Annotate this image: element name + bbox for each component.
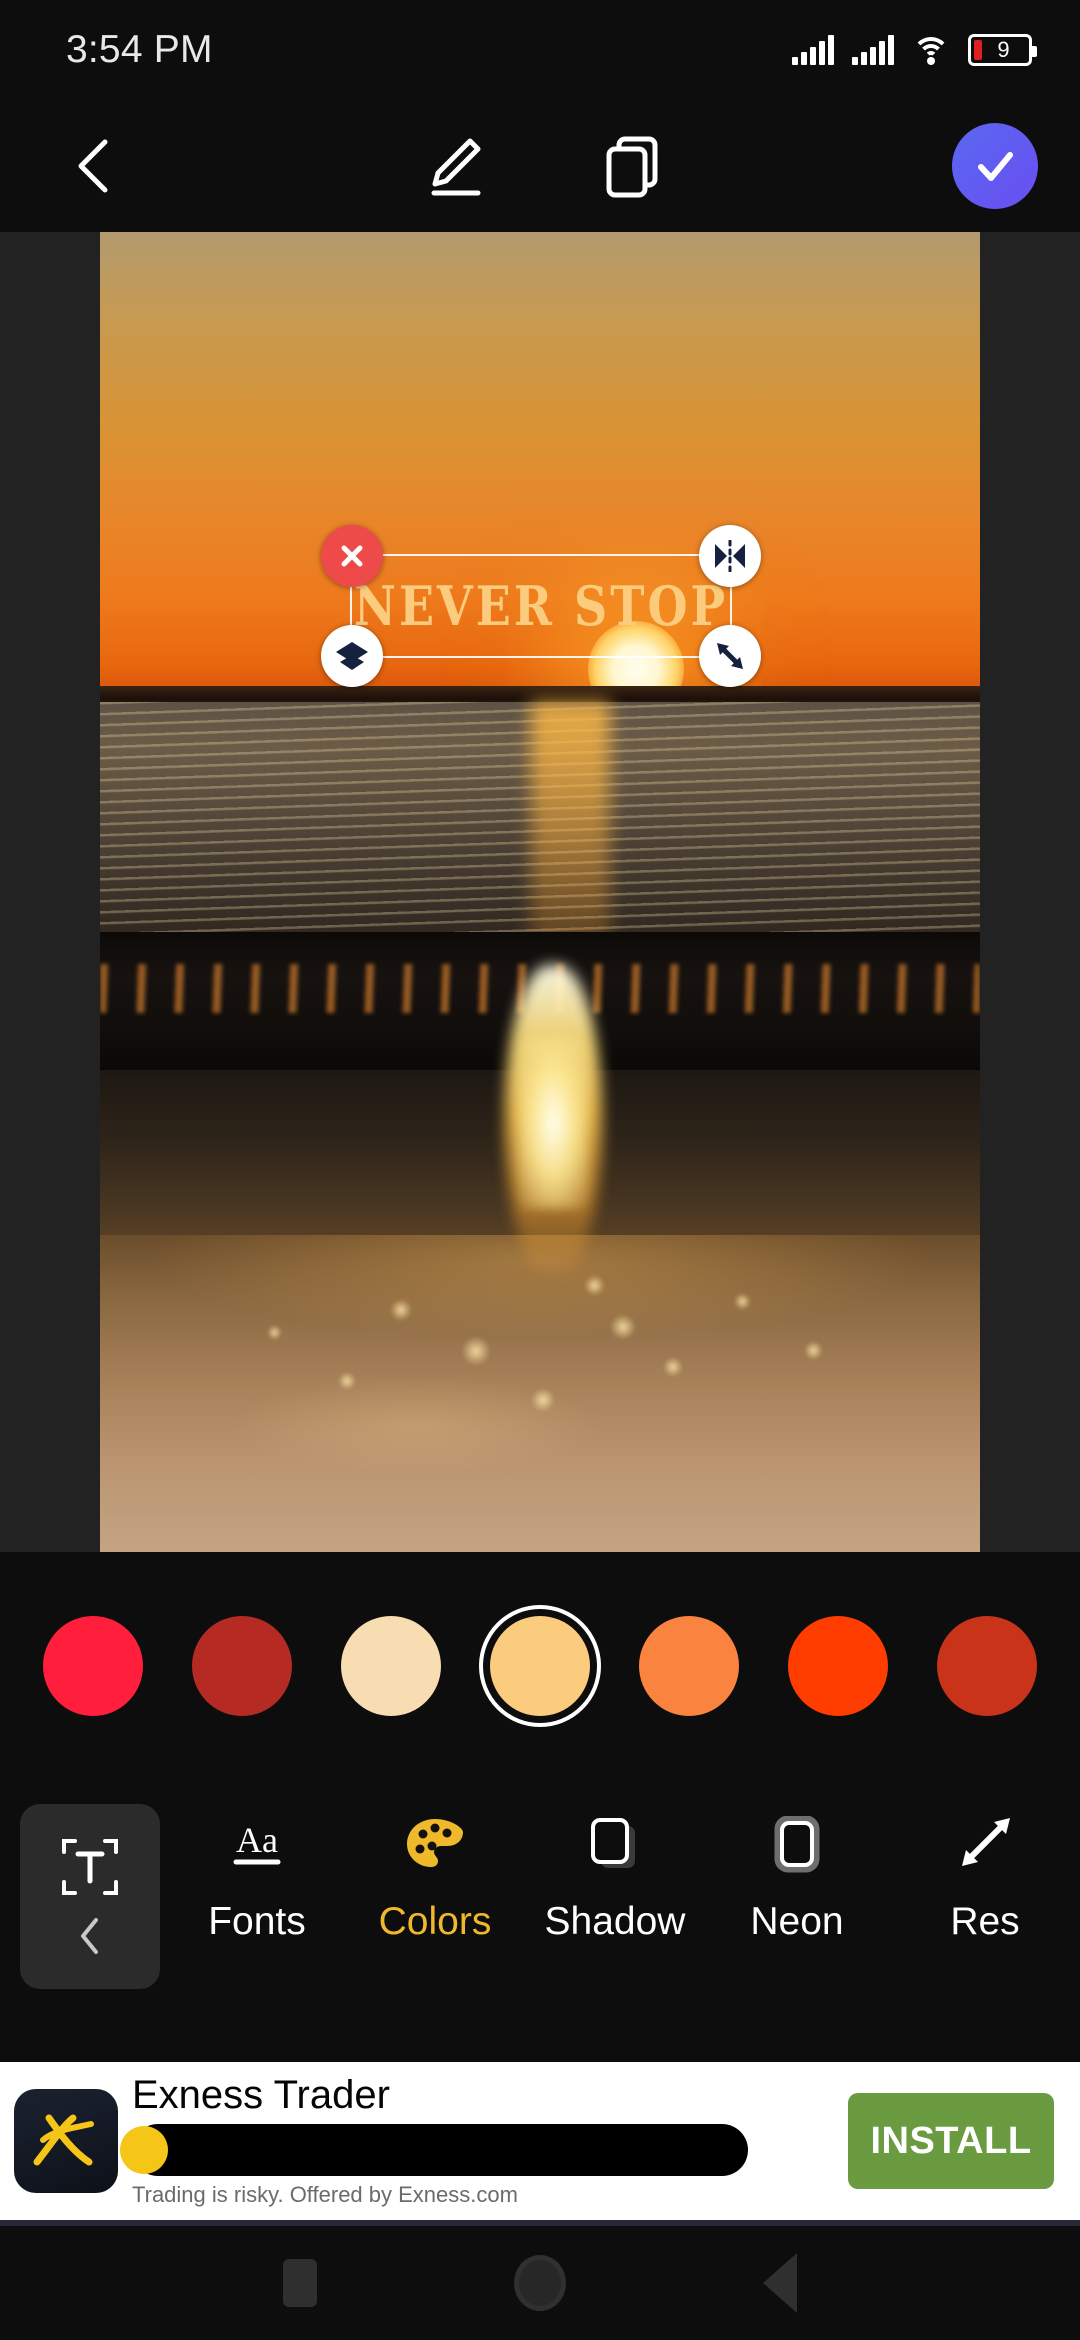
battery-icon: 9 xyxy=(968,34,1037,66)
ad-banner[interactable]: Exness Trader Trading is risky. Offered … xyxy=(0,2062,1080,2220)
android-nav-bar xyxy=(0,2226,1080,2340)
neon-icon xyxy=(766,1816,828,1874)
swatch-fill xyxy=(639,1616,739,1716)
back-triangle-icon xyxy=(763,2253,797,2313)
screen: 3:54 PM 9 NEVER STOP Aa Fonts Colors Sha… xyxy=(0,0,1080,2340)
color-swatch-4[interactable] xyxy=(628,1605,750,1727)
signal-icon xyxy=(792,35,834,65)
color-swatch-6[interactable] xyxy=(926,1605,1048,1727)
mirror-handle[interactable] xyxy=(699,525,761,587)
recents-button[interactable] xyxy=(255,2238,345,2328)
ad-disclaimer: Trading is risky. Offered by Exness.com xyxy=(132,2182,518,2207)
done-button[interactable] xyxy=(952,123,1038,209)
mirror-flip-icon xyxy=(715,540,745,572)
tool-shadow[interactable]: Shadow xyxy=(530,1816,700,1944)
tool-fonts[interactable]: Aa Fonts xyxy=(172,1816,342,1944)
swatch-fill xyxy=(192,1616,292,1716)
status-icon-group: 9 xyxy=(792,34,1037,66)
swatch-fill xyxy=(490,1616,590,1716)
swatch-fill xyxy=(43,1616,143,1716)
delete-handle[interactable] xyxy=(321,525,383,587)
resize-handle[interactable] xyxy=(699,625,761,687)
tool-label: Neon xyxy=(750,1900,844,1943)
close-icon xyxy=(341,545,363,567)
fonts-aa-icon: Aa xyxy=(222,1816,292,1874)
swatch-fill xyxy=(788,1616,888,1716)
tool-label-active: Colors xyxy=(378,1900,492,1943)
back-button[interactable] xyxy=(48,121,138,211)
swatch-fill xyxy=(937,1616,1037,1716)
back-chevron-icon xyxy=(78,139,108,193)
battery-level: 9 xyxy=(997,37,1010,62)
recents-square-icon xyxy=(283,2259,317,2307)
text-tool-button[interactable] xyxy=(20,1804,160,1989)
home-button[interactable] xyxy=(495,2238,585,2328)
battery-fill xyxy=(974,40,982,60)
tool-colors[interactable]: Colors xyxy=(350,1816,520,1944)
color-swatch-1[interactable] xyxy=(181,1605,303,1727)
tool-label: Fonts xyxy=(208,1900,306,1943)
system-back-button[interactable] xyxy=(735,2238,825,2328)
editor-toolbar xyxy=(0,100,1080,232)
bokeh-sparkles xyxy=(100,1235,980,1499)
color-swatch-3-selected[interactable] xyxy=(479,1605,601,1727)
tool-label: Res xyxy=(950,1900,1020,1943)
color-swatch-0[interactable] xyxy=(32,1605,154,1727)
tool-strip: Aa Fonts Colors Shadow Neon Res xyxy=(0,1780,1080,2012)
palette-icon xyxy=(404,1816,466,1874)
tool-label: Shadow xyxy=(544,1900,686,1943)
svg-text:Aa: Aa xyxy=(236,1820,278,1860)
sun-glint xyxy=(531,701,611,953)
ad-title: Exness Trader xyxy=(132,2073,390,2117)
layers-icon xyxy=(336,642,368,670)
resize-arrow-icon xyxy=(717,643,743,669)
home-circle-icon xyxy=(514,2255,566,2311)
shadow-icon xyxy=(584,1816,646,1874)
ad-body: Exness Trader Trading is risky. Offered … xyxy=(118,2074,848,2208)
status-bar: 3:54 PM 9 xyxy=(0,0,1080,100)
wifi-icon xyxy=(912,35,950,65)
status-time: 3:54 PM xyxy=(66,28,213,71)
tool-neon[interactable]: Neon xyxy=(712,1816,882,1944)
check-icon xyxy=(978,152,1013,181)
tool-resize[interactable]: Res xyxy=(900,1816,1070,1944)
layer-handle[interactable] xyxy=(321,625,383,687)
collapse-chevron-icon xyxy=(81,1917,98,1954)
ad-app-icon xyxy=(14,2089,118,2193)
install-button[interactable]: INSTALL xyxy=(848,2093,1054,2189)
image-canvas[interactable]: Never Stop xyxy=(100,232,980,1552)
duplicate-layers-icon xyxy=(606,136,658,198)
color-swatch-5[interactable] xyxy=(777,1605,899,1727)
ad-redacted-bar xyxy=(120,2124,748,2176)
exness-logo-icon xyxy=(33,2114,94,2166)
editor-stage: Never Stop xyxy=(0,232,1080,1552)
text-object[interactable]: Never Stop xyxy=(321,525,761,687)
edit-tool-button[interactable] xyxy=(410,121,500,211)
swatch-fill xyxy=(341,1616,441,1716)
color-swatch-2[interactable] xyxy=(330,1605,452,1727)
pencil-icon xyxy=(431,138,481,196)
signal-icon xyxy=(852,35,894,65)
resize-icon xyxy=(954,1816,1016,1874)
duplicate-button[interactable] xyxy=(590,121,680,211)
color-palette xyxy=(0,1552,1080,1780)
overlay-text: Never Stop xyxy=(353,574,729,638)
sun-reflection-core xyxy=(518,1037,589,1209)
text-frame-icon xyxy=(62,1838,118,1895)
